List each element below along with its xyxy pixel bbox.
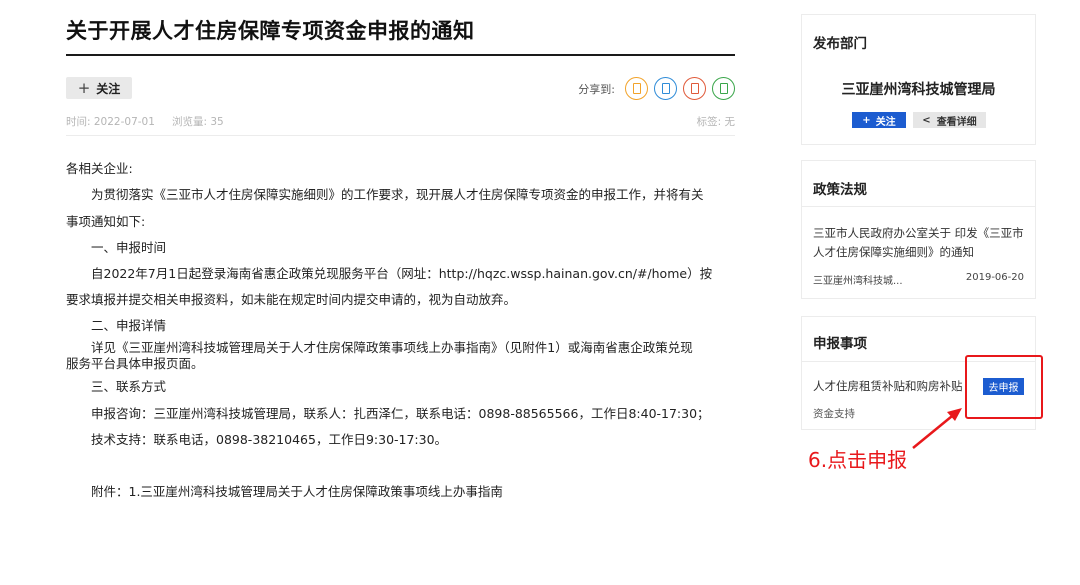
arrow-icon bbox=[912, 408, 962, 449]
annotation-text: 6.点击申报 bbox=[808, 448, 908, 472]
